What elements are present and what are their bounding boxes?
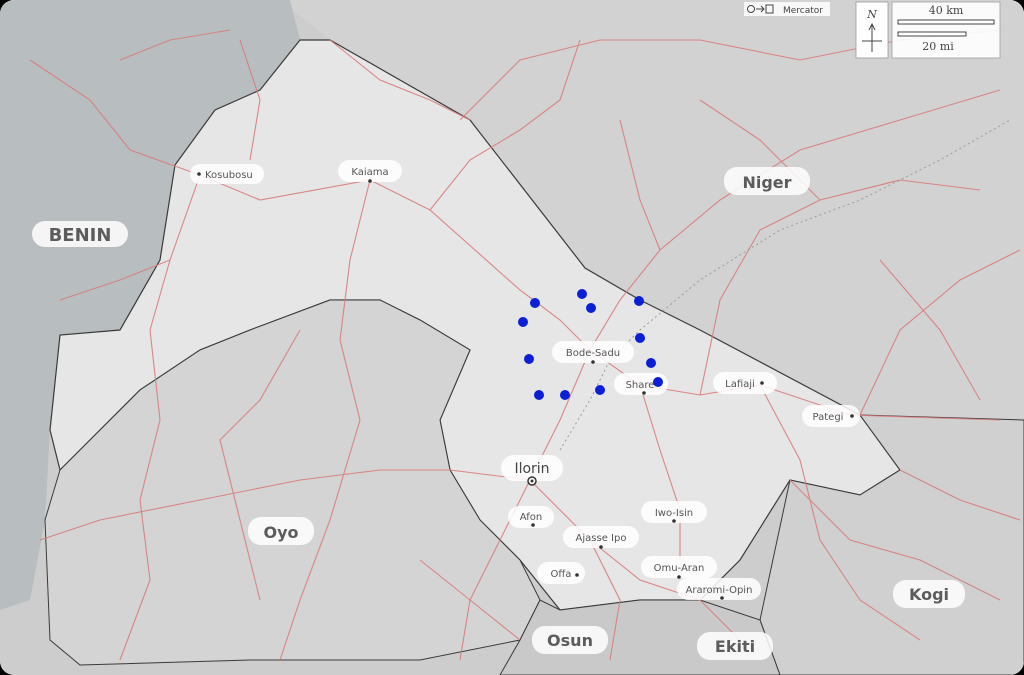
offa-marker <box>575 573 579 577</box>
region-label-osun: Osun <box>547 631 593 650</box>
sample-point[interactable] <box>635 333 645 343</box>
araromi-opin-marker <box>720 596 724 600</box>
map-frame: BENIN Niger Oyo Kogi Osun Ekiti Kosubosu… <box>0 0 1024 675</box>
sample-point[interactable] <box>577 289 587 299</box>
region-label-oyo: Oyo <box>263 523 298 542</box>
town-label-kosubosu: Kosubosu <box>205 170 253 181</box>
kaiama-marker <box>368 179 372 183</box>
sample-point[interactable] <box>530 298 540 308</box>
region-label-niger: Niger <box>742 173 791 192</box>
bode-sadu-marker <box>591 360 595 364</box>
town-label-offa: Offa <box>551 569 572 580</box>
scale-mi-bar <box>897 31 967 37</box>
map-canvas[interactable]: BENIN Niger Oyo Kogi Osun Ekiti Kosubosu… <box>0 0 1024 675</box>
town-label-kaiama: Kaiama <box>351 167 388 178</box>
town-label-share: Share <box>626 380 655 391</box>
sample-point[interactable] <box>518 317 528 327</box>
omu-aran-marker <box>677 575 681 579</box>
scale-km-bar <box>897 19 995 25</box>
town-label-afon: Afon <box>520 512 542 523</box>
town-label-araromi-opin: Araromi-Opin <box>686 585 753 596</box>
ilorin-capital-center <box>530 479 534 483</box>
town-label-lafiaji: Lafiaji <box>725 379 755 390</box>
sample-point[interactable] <box>534 390 544 400</box>
town-label-ajasse-ipo: Ajasse Ipo <box>576 533 627 544</box>
sample-point[interactable] <box>634 296 644 306</box>
iwo-isin-marker <box>672 519 676 523</box>
country-label-benin: BENIN <box>49 225 112 246</box>
capital-label-ilorin: Ilorin <box>514 461 549 477</box>
afon-marker <box>531 523 535 527</box>
town-label-bode-sadu: Bode-Sadu <box>566 348 620 359</box>
town-label-pategi: Pategi <box>813 412 844 423</box>
sample-point[interactable] <box>586 303 596 313</box>
sample-point[interactable] <box>560 390 570 400</box>
sample-point[interactable] <box>524 354 534 364</box>
sample-point[interactable] <box>653 377 663 387</box>
region-label-ekiti: Ekiti <box>715 637 755 656</box>
sample-point[interactable] <box>646 358 656 368</box>
projection-label: Mercator <box>783 6 823 16</box>
scale-mi-label: 20 mi <box>922 40 954 53</box>
share-marker <box>642 391 646 395</box>
kosubosu-marker <box>197 172 201 176</box>
pategi-marker <box>850 414 854 418</box>
scale-km-label: 40 km <box>929 4 964 17</box>
sample-point[interactable] <box>595 385 605 395</box>
ajasse-ipo-marker <box>599 545 603 549</box>
town-label-omu-aran: Omu-Aran <box>654 563 705 574</box>
lafiaji-marker <box>760 381 764 385</box>
north-label: N <box>866 8 877 21</box>
region-label-kogi: Kogi <box>909 585 949 604</box>
town-label-iwo-isin: Iwo-Isin <box>655 508 693 519</box>
